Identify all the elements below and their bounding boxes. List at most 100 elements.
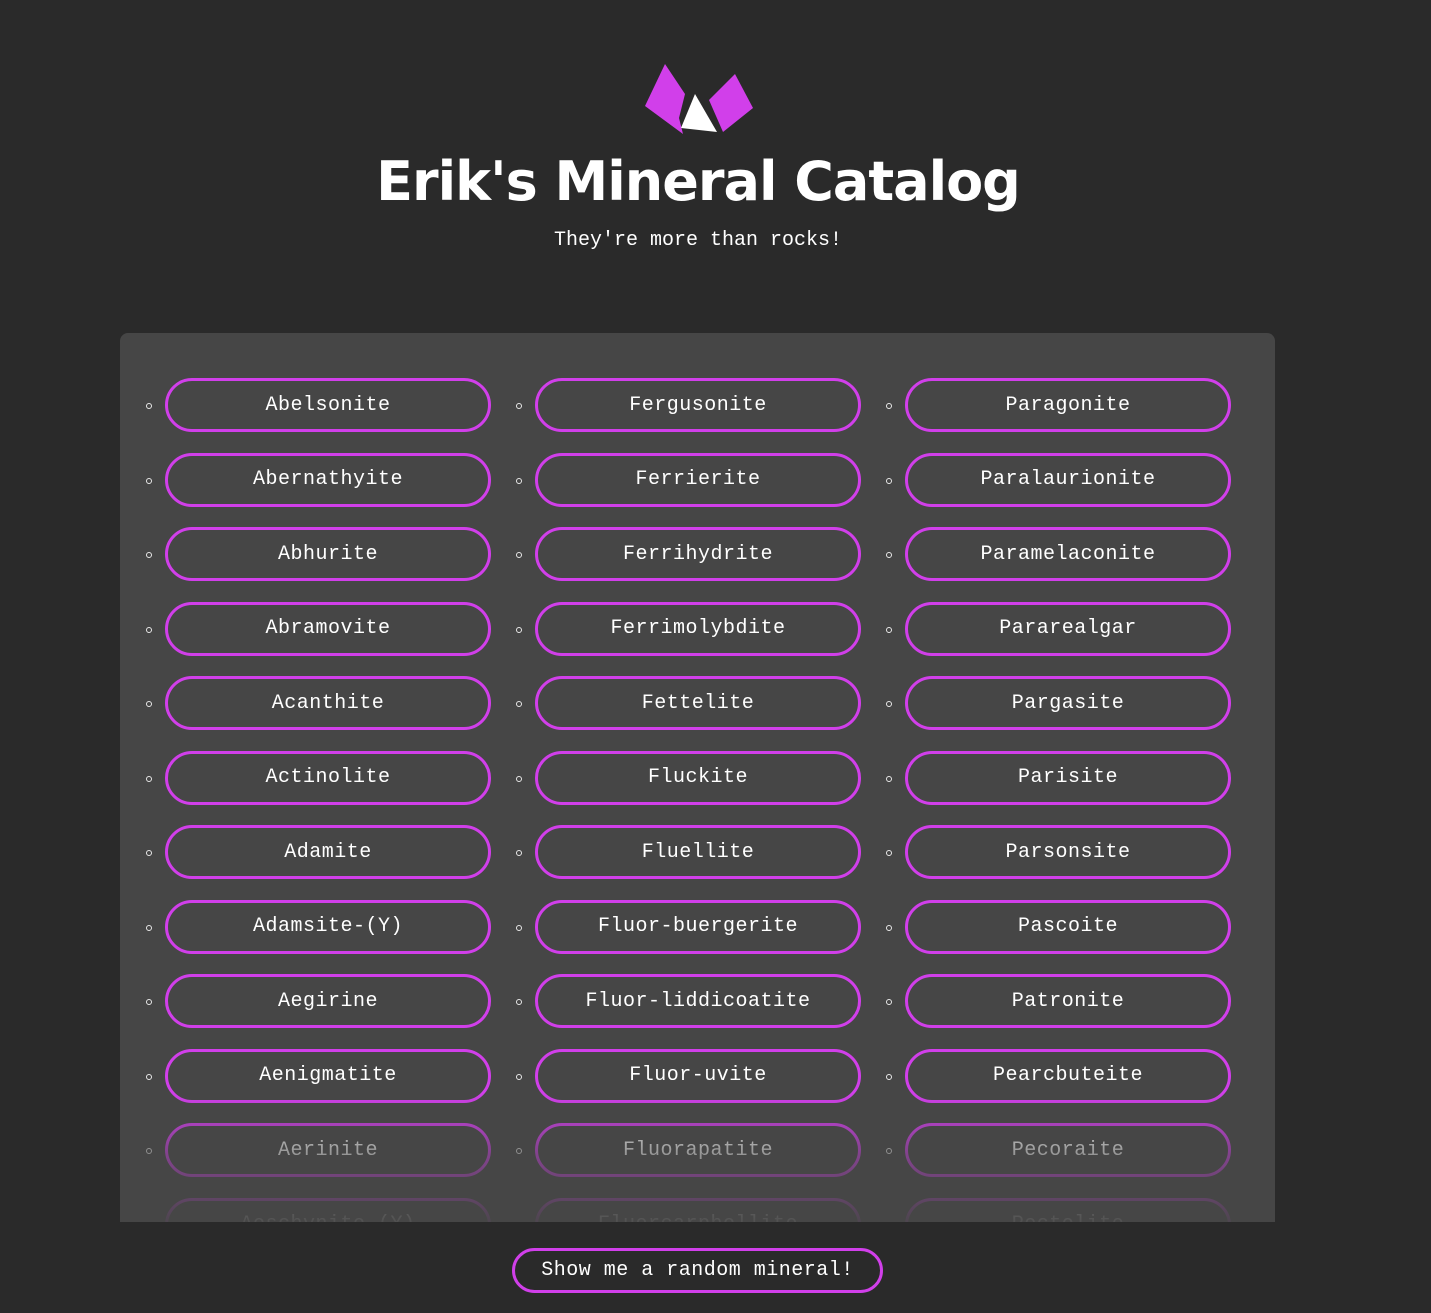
mineral-button[interactable]: Aenigmatite — [165, 1048, 491, 1103]
list-item: Abernathyite — [145, 452, 515, 528]
list-item: Acanthite — [145, 676, 515, 751]
list-item: Adamsite-(Y) — [145, 899, 515, 975]
list-item: Pearcbuteite — [885, 1048, 1255, 1124]
bullet-icon — [516, 924, 522, 931]
bullet-icon — [146, 403, 152, 409]
list-item: Fluellite — [515, 825, 885, 900]
mineral-button[interactable]: Abramovite — [165, 601, 491, 656]
list-item: Abelsonite — [145, 378, 515, 453]
page-title: Erik's Mineral Catalog — [376, 150, 1021, 213]
list-item: Patronite — [885, 974, 1255, 1049]
list-item: Fergusonite — [515, 378, 885, 453]
mineral-button[interactable]: Parisite — [905, 750, 1231, 805]
mineral-button[interactable]: Ferrihydrite — [535, 527, 861, 581]
list-item: Fluor-uvite — [515, 1048, 885, 1124]
list-item: Fluor-liddicoatite — [515, 974, 885, 1049]
mineral-button[interactable]: Parsonsite — [905, 825, 1231, 879]
bullet-icon — [146, 701, 152, 707]
bullet-icon — [146, 552, 152, 558]
list-item: Ferrimolybdite — [515, 601, 885, 677]
mineral-button[interactable]: Pargasite — [905, 676, 1231, 730]
mineral-column-3: Paragonite Paralaurionite Paramelaconite… — [885, 378, 1255, 1272]
bullet-icon — [146, 924, 152, 931]
bullet-icon — [886, 403, 892, 409]
list-item: Abhurite — [145, 527, 515, 602]
list-item: Fluckite — [515, 750, 885, 826]
list-item: Aegirine — [145, 974, 515, 1049]
list-item: Parsonsite — [885, 825, 1255, 900]
mineral-button[interactable]: Aegirine — [165, 974, 491, 1028]
bullet-icon — [886, 1073, 892, 1080]
page-subtitle: They're more than rocks! — [553, 229, 843, 252]
mineral-button[interactable]: Actinolite — [165, 750, 491, 805]
list-item: Ferrierite — [515, 452, 885, 528]
bullet-icon — [146, 1073, 152, 1080]
mineral-button[interactable]: Adamsite-(Y) — [165, 899, 491, 954]
bullet-icon — [146, 999, 152, 1005]
bullet-icon — [516, 1073, 522, 1080]
bullet-icon — [886, 1148, 892, 1154]
footer-bar: Show me a random mineral! — [0, 1222, 1431, 1313]
mineral-button[interactable]: Patronite — [905, 974, 1231, 1028]
list-item: Pargasite — [885, 676, 1255, 751]
mineral-button[interactable]: Fettelite — [535, 676, 861, 730]
random-mineral-button[interactable]: Show me a random mineral! — [512, 1248, 883, 1293]
mineral-crystal-logo-icon — [645, 64, 753, 134]
bullet-icon — [886, 850, 892, 856]
mineral-button[interactable]: Adamite — [165, 825, 491, 879]
bullet-icon — [886, 775, 892, 782]
mineral-button[interactable]: Paralaurionite — [905, 452, 1231, 507]
list-item: Paramelaconite — [885, 527, 1255, 602]
mineral-button[interactable]: Pecoraite — [905, 1123, 1231, 1177]
bullet-icon — [146, 850, 152, 856]
list-item: Pascoite — [885, 899, 1255, 975]
bullet-icon — [516, 701, 522, 707]
bullet-icon — [146, 775, 152, 782]
list-item: Abramovite — [145, 601, 515, 677]
mineral-button[interactable]: Abhurite — [165, 527, 491, 581]
bullet-icon — [886, 924, 892, 931]
bullet-icon — [886, 701, 892, 707]
bullet-icon — [516, 403, 522, 409]
bullet-icon — [886, 626, 892, 633]
mineral-button[interactable]: Pearcbuteite — [905, 1048, 1231, 1103]
mineral-button[interactable]: Abernathyite — [165, 452, 491, 507]
bullet-icon — [516, 552, 522, 558]
mineral-button[interactable]: Paragonite — [905, 378, 1231, 432]
list-item: Pararealgar — [885, 601, 1255, 677]
list-item: Paralaurionite — [885, 452, 1255, 528]
mineral-button[interactable]: Fluor-uvite — [535, 1048, 861, 1103]
mineral-button[interactable]: Abelsonite — [165, 378, 491, 432]
mineral-button[interactable]: Ferrierite — [535, 452, 861, 507]
list-item: Actinolite — [145, 750, 515, 826]
mineral-columns: Abelsonite Abernathyite Abhurite Abramov… — [120, 333, 1275, 1313]
mineral-button[interactable]: Paramelaconite — [905, 527, 1231, 581]
list-item: Pecoraite — [885, 1123, 1255, 1198]
mineral-column-1: Abelsonite Abernathyite Abhurite Abramov… — [145, 378, 515, 1272]
mineral-button[interactable]: Aerinite — [165, 1123, 491, 1177]
mineral-button[interactable]: Fluorapatite — [535, 1123, 861, 1177]
bullet-icon — [146, 1148, 152, 1154]
mineral-button[interactable]: Acanthite — [165, 676, 491, 730]
list-item: Fluor-buergerite — [515, 899, 885, 975]
bullet-icon — [886, 999, 892, 1005]
mineral-button[interactable]: Pararealgar — [905, 601, 1231, 656]
mineral-button[interactable]: Fluckite — [535, 750, 861, 805]
bullet-icon — [886, 477, 892, 484]
mineral-button[interactable]: Fluellite — [535, 825, 861, 879]
mineral-column-2: Fergusonite Ferrierite Ferrihydrite Ferr… — [515, 378, 885, 1272]
mineral-button[interactable]: Fluor-buergerite — [535, 899, 861, 954]
bullet-icon — [516, 999, 522, 1005]
bullet-icon — [516, 477, 522, 484]
mineral-button[interactable]: Fergusonite — [535, 378, 861, 432]
list-item: Aenigmatite — [145, 1048, 515, 1124]
bullet-icon — [516, 626, 522, 633]
mineral-button[interactable]: Ferrimolybdite — [535, 601, 861, 656]
bullet-icon — [516, 775, 522, 782]
list-item: Fluorapatite — [515, 1123, 885, 1198]
list-item: Adamite — [145, 825, 515, 900]
bullet-icon — [886, 552, 892, 558]
bullet-icon — [146, 477, 152, 484]
mineral-button[interactable]: Pascoite — [905, 899, 1231, 954]
mineral-button[interactable]: Fluor-liddicoatite — [535, 974, 861, 1028]
